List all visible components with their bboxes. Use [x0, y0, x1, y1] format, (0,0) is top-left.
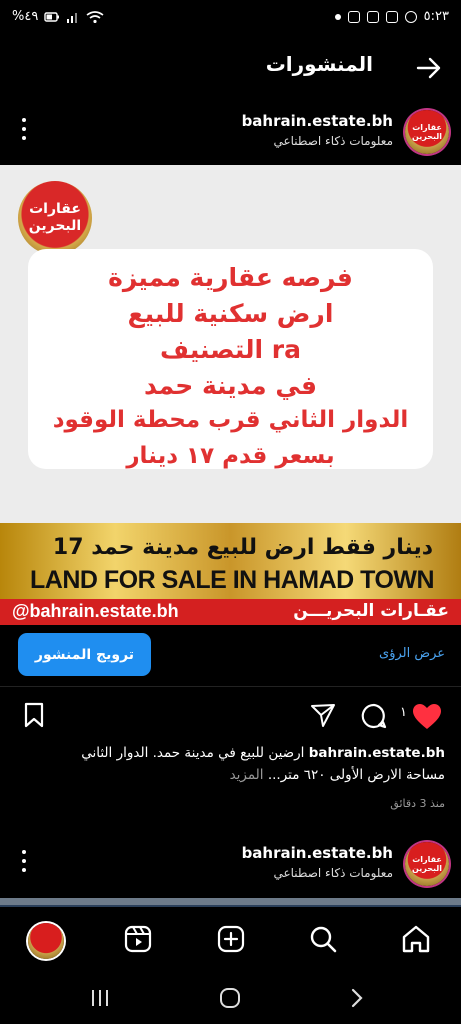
ad-line: في مدينة حمد: [144, 371, 317, 400]
post-time: منذ 3 دقائق: [390, 797, 445, 810]
ad-line: التصنيف ra: [160, 335, 301, 364]
post-username[interactable]: bahrain.estate.bh: [242, 112, 393, 130]
post-subtitle: معلومات ذكاء اصطناعي: [273, 134, 393, 148]
status-right: ٥:٢٣: [334, 9, 449, 24]
back-button-icon[interactable]: [349, 988, 365, 1008]
ad-line: بسعر قدم ١٧ دينار: [126, 443, 335, 469]
banner-english: LAND FOR SALE IN HAMAD TOWN: [30, 566, 435, 594]
system-nav-bar: [0, 972, 461, 1024]
divider: [0, 686, 461, 687]
ad-line: الدوار الثاني قرب محطة الوقود: [52, 407, 409, 433]
image-icon: [385, 10, 398, 23]
home-icon[interactable]: [401, 924, 431, 954]
like-count: ١: [400, 705, 407, 720]
share-icon[interactable]: [310, 702, 336, 728]
battery-icon: [44, 11, 60, 22]
create-post-icon[interactable]: [217, 925, 245, 953]
image-handle: @bahrain.estate.bh: [12, 601, 179, 621]
page-title: المنشورات: [265, 52, 373, 76]
post-image[interactable]: عقارات البحرين فرصه عقارية مميزة ارض سكني…: [0, 165, 461, 625]
search-icon[interactable]: [309, 925, 337, 953]
reels-icon[interactable]: [124, 925, 152, 953]
status-time: ٥:٢٣: [423, 9, 449, 24]
status-bar: %٤٩ ٥:٢٣: [0, 0, 461, 34]
next-post-header: عقارات البحرين bahrain.estate.bh معلومات…: [0, 836, 461, 894]
wifi-icon: [86, 10, 104, 23]
caption-line1: ارضين للبيع في مدينة حمد. الدوار الثاني: [81, 745, 305, 761]
battery-text: %٤٩: [12, 9, 39, 24]
view-insights-link[interactable]: عرض الرؤى: [379, 646, 445, 661]
post-header: عقارات البحرين bahrain.estate.bh معلومات…: [0, 104, 461, 162]
like-heart-icon[interactable]: [412, 703, 442, 730]
more-options-icon[interactable]: [22, 850, 30, 872]
more-options-icon[interactable]: [22, 118, 30, 140]
avatar[interactable]: عقارات البحرين: [405, 110, 449, 154]
ad-line: فرصه عقارية مميزة: [108, 263, 353, 292]
promote-post-button[interactable]: ترويج المنشور: [18, 633, 151, 676]
ad-text-card: فرصه عقارية مميزة ارض سكنية للبيع التصني…: [28, 249, 433, 469]
save-icon[interactable]: [22, 702, 46, 728]
post-subtitle: معلومات ذكاء اصطناعي: [273, 866, 393, 880]
bottom-nav: [0, 905, 461, 973]
avatar[interactable]: عقارات البحرين: [405, 842, 449, 886]
post-caption: bahrain.estate.bh ارضين للبيع في مدينة ح…: [15, 742, 445, 786]
whatsapp-icon: [404, 10, 417, 23]
caption-line2: مساحة الارض الأولى ٦٢٠ متر...: [267, 767, 445, 783]
recent-apps-icon[interactable]: [90, 988, 110, 1008]
notification-dot-icon: [334, 13, 341, 20]
back-arrow-icon[interactable]: [415, 54, 443, 82]
image-brand: عقـارات البحريـــن: [293, 601, 449, 621]
instagram-icon: [347, 10, 360, 23]
more-link[interactable]: المزيد: [230, 767, 264, 783]
post-username[interactable]: bahrain.estate.bh: [242, 844, 393, 862]
profile-avatar-tab[interactable]: [28, 923, 64, 959]
brand-logo: عقارات البحرين: [18, 181, 92, 255]
signal-icon: [67, 12, 78, 23]
home-button-icon[interactable]: [219, 987, 241, 1009]
post-actions: ١: [0, 698, 461, 732]
gallery-icon: [366, 10, 379, 23]
caption-username[interactable]: bahrain.estate.bh: [309, 745, 445, 761]
red-brand-bar: @bahrain.estate.bh عقـارات البحريـــن: [0, 599, 461, 625]
comment-icon[interactable]: [360, 702, 388, 730]
top-header: المنشورات: [0, 34, 461, 100]
ad-line: ارض سكنية للبيع: [127, 299, 334, 328]
banner-arabic: 17 دينار فقط ارض للبيع مدينة حمد: [52, 535, 433, 560]
status-left: %٤٩: [12, 9, 104, 24]
